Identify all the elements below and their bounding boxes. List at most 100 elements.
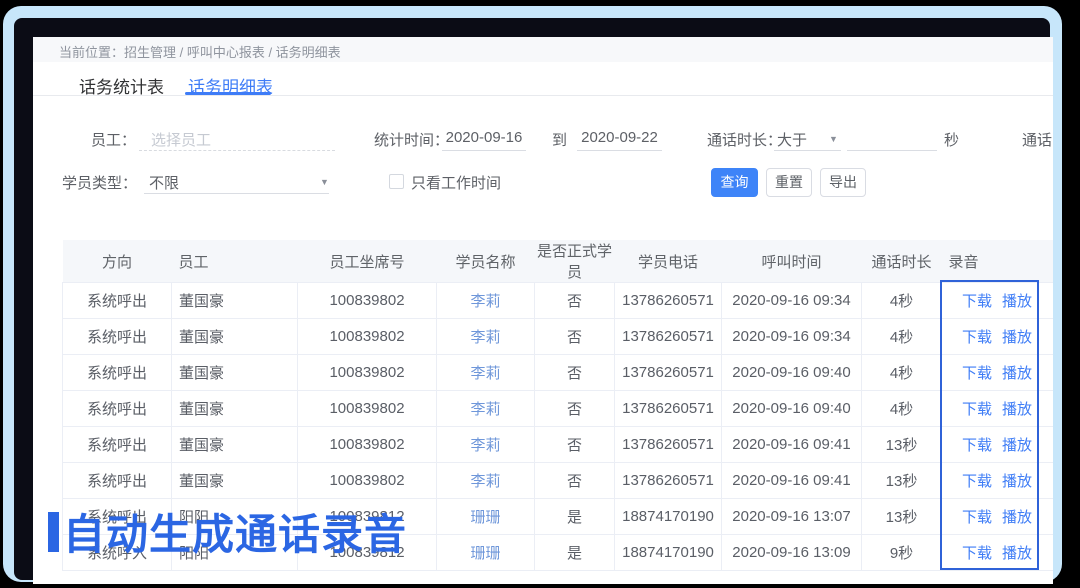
- screenshot-stage: 当前位置：招生管理 / 呼叫中心报表 / 话务明细表 话务统计表 话务明细表 员…: [0, 0, 1080, 588]
- student-name-link[interactable]: 珊珊: [470, 545, 500, 562]
- play-link[interactable]: 播放: [1002, 437, 1032, 454]
- duration-cell: 4秒: [862, 319, 942, 355]
- column-header: 是否正式学员: [535, 240, 615, 283]
- column-header: 方向: [63, 240, 172, 283]
- date-range-to-label: 到: [552, 129, 567, 150]
- play-link[interactable]: 播放: [1002, 401, 1032, 418]
- student-name-link[interactable]: 李莉: [470, 473, 500, 490]
- page-content: 当前位置：招生管理 / 呼叫中心报表 / 话务明细表 话务统计表 话务明细表 员…: [33, 37, 1053, 584]
- phone-cell: 18874170190: [615, 499, 722, 535]
- employee-select-placeholder[interactable]: 选择员工: [151, 129, 211, 150]
- watermark-caption: 自动生成通话录音: [48, 501, 407, 562]
- duration-unit-label: 秒: [944, 129, 959, 150]
- recording-cell: 下载播放: [942, 463, 1054, 499]
- chevron-down-icon: ▼: [829, 134, 838, 144]
- employee-filter-label: 员工：: [91, 129, 136, 150]
- table-row: 系统呼出董国豪100839802李莉否137862605712020-09-16…: [63, 463, 1054, 499]
- download-link[interactable]: 下载: [962, 509, 992, 526]
- student-type-underline: [144, 193, 329, 194]
- clipped-filter-label: 通话: [1022, 129, 1052, 150]
- play-link[interactable]: 播放: [1002, 365, 1032, 382]
- student-cell: 李莉: [437, 427, 535, 463]
- breadcrumb-bar: 当前位置：招生管理 / 呼叫中心报表 / 话务明细表: [33, 37, 1053, 62]
- seat-no-cell: 100839802: [298, 355, 437, 391]
- breadcrumb: 当前位置：招生管理 / 呼叫中心报表 / 话务明细表: [59, 42, 341, 61]
- employee-cell: 董国豪: [172, 355, 298, 391]
- duration-operator-select[interactable]: 大于: [777, 129, 807, 150]
- export-button[interactable]: 导出: [820, 168, 866, 197]
- student-cell: 李莉: [437, 463, 535, 499]
- download-link[interactable]: 下载: [962, 473, 992, 490]
- student-cell: 珊珊: [437, 499, 535, 535]
- seat-no-cell: 100839802: [298, 283, 437, 319]
- download-link[interactable]: 下载: [962, 365, 992, 382]
- call-time-cell: 2020-09-16 09:40: [722, 355, 862, 391]
- recording-cell: 下载播放: [942, 391, 1054, 427]
- column-header: 员工: [172, 240, 298, 283]
- play-link[interactable]: 播放: [1002, 509, 1032, 526]
- stat-time-filter-label: 统计时间：: [374, 129, 449, 150]
- call-time-cell: 2020-09-16 09:41: [722, 427, 862, 463]
- work-time-checkbox[interactable]: [389, 174, 404, 189]
- is-formal-cell: 是: [535, 499, 615, 535]
- phone-cell: 13786260571: [615, 463, 722, 499]
- watermark-bar-icon: [48, 512, 59, 552]
- download-link[interactable]: 下载: [962, 437, 992, 454]
- column-header: 员工坐席号: [298, 240, 437, 283]
- student-name-link[interactable]: 李莉: [470, 293, 500, 310]
- download-link[interactable]: 下载: [962, 329, 992, 346]
- chevron-down-icon: ▼: [320, 177, 329, 187]
- duration-operator-underline: [774, 150, 841, 151]
- date-from-input[interactable]: 2020-09-16: [442, 129, 526, 146]
- date-to-underline: [577, 150, 662, 151]
- student-type-select[interactable]: 不限: [149, 172, 179, 193]
- query-button[interactable]: 查询: [711, 168, 758, 197]
- employee-cell: 董国豪: [172, 319, 298, 355]
- play-link[interactable]: 播放: [1002, 293, 1032, 310]
- column-header: 通话时长: [862, 240, 942, 283]
- recording-cell: 下载播放: [942, 427, 1054, 463]
- student-cell: 李莉: [437, 319, 535, 355]
- employee-select-underline: [139, 150, 335, 151]
- download-link[interactable]: 下载: [962, 293, 992, 310]
- play-link[interactable]: 播放: [1002, 329, 1032, 346]
- student-name-link[interactable]: 李莉: [470, 365, 500, 382]
- download-link[interactable]: 下载: [962, 401, 992, 418]
- call-time-cell: 2020-09-16 09:41: [722, 463, 862, 499]
- recording-cell: 下载播放: [942, 499, 1054, 535]
- employee-cell: 董国豪: [172, 427, 298, 463]
- seat-no-cell: 100839802: [298, 391, 437, 427]
- call-time-cell: 2020-09-16 13:07: [722, 499, 862, 535]
- is-formal-cell: 否: [535, 355, 615, 391]
- duration-filter-label: 通话时长：: [707, 129, 782, 150]
- play-link[interactable]: 播放: [1002, 473, 1032, 490]
- student-name-link[interactable]: 李莉: [470, 329, 500, 346]
- recording-cell: 下载播放: [942, 535, 1054, 571]
- duration-cell: 4秒: [862, 283, 942, 319]
- is-formal-cell: 否: [535, 463, 615, 499]
- student-name-link[interactable]: 李莉: [470, 437, 500, 454]
- phone-cell: 13786260571: [615, 391, 722, 427]
- work-time-checkbox-label: 只看工作时间: [411, 172, 501, 193]
- recording-cell: 下载播放: [942, 319, 1054, 355]
- student-type-filter-label: 学员类型：: [62, 172, 137, 193]
- direction-cell: 系统呼出: [63, 319, 172, 355]
- is-formal-cell: 否: [535, 319, 615, 355]
- table-row: 系统呼出董国豪100839802李莉否137862605712020-09-16…: [63, 427, 1054, 463]
- download-link[interactable]: 下载: [962, 545, 992, 562]
- student-name-link[interactable]: 珊珊: [470, 509, 500, 526]
- duration-cell: 13秒: [862, 427, 942, 463]
- play-link[interactable]: 播放: [1002, 545, 1032, 562]
- phone-cell: 13786260571: [615, 319, 722, 355]
- student-name-link[interactable]: 李莉: [470, 401, 500, 418]
- duration-input-underline: [847, 150, 937, 151]
- seat-no-cell: 100839802: [298, 319, 437, 355]
- table-header-row: 方向员工员工坐席号学员名称是否正式学员学员电话呼叫时间通话时长录音: [63, 240, 1054, 283]
- duration-cell: 13秒: [862, 499, 942, 535]
- table-row: 系统呼出董国豪100839802李莉否137862605712020-09-16…: [63, 319, 1054, 355]
- seat-no-cell: 100839802: [298, 463, 437, 499]
- date-to-input[interactable]: 2020-09-22: [577, 129, 662, 146]
- seat-no-cell: 100839802: [298, 427, 437, 463]
- direction-cell: 系统呼出: [63, 427, 172, 463]
- reset-button[interactable]: 重置: [766, 168, 812, 197]
